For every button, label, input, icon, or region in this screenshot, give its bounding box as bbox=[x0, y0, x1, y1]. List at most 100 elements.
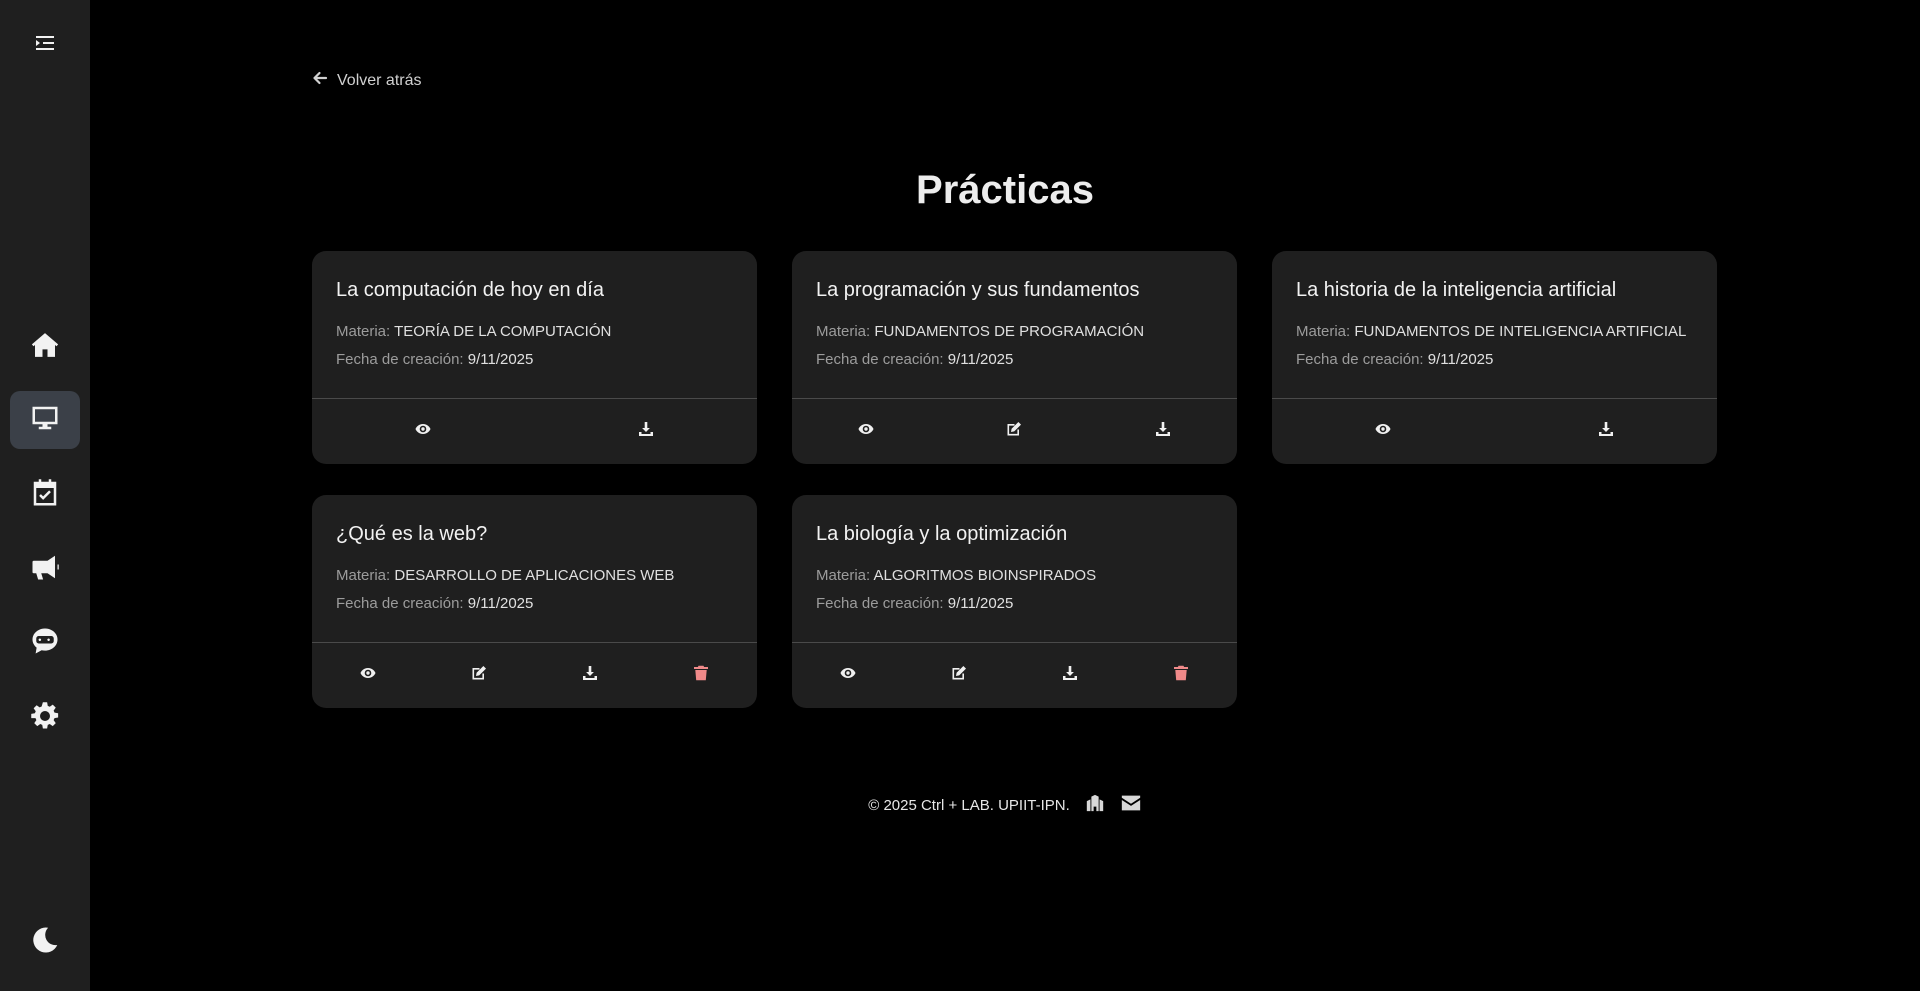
download-icon bbox=[1155, 421, 1171, 442]
download-icon bbox=[582, 665, 598, 686]
sidebar-item-announcements[interactable] bbox=[10, 540, 80, 598]
edit-icon bbox=[1006, 421, 1022, 442]
fecha-label: Fecha de creación: bbox=[336, 595, 464, 612]
calendar-check-icon bbox=[30, 478, 60, 513]
back-link-label: Volver atrás bbox=[337, 71, 422, 89]
sidebar-item-home[interactable] bbox=[10, 318, 80, 376]
fecha-value: 9/11/2025 bbox=[1427, 351, 1494, 368]
view-button[interactable] bbox=[351, 659, 385, 693]
materia-label: Materia: bbox=[816, 567, 871, 584]
card-fecha: Fecha de creación: 9/11/2025 bbox=[1296, 351, 1493, 368]
delete-button[interactable] bbox=[684, 659, 718, 693]
card-materia: Materia: DESARROLLO DE APLICACIONES WEB bbox=[336, 567, 674, 584]
card-title: La biología y la optimización bbox=[816, 523, 1068, 545]
card-actions bbox=[312, 399, 757, 464]
materia-label: Materia: bbox=[336, 567, 391, 584]
view-button[interactable] bbox=[406, 415, 440, 449]
download-icon bbox=[638, 421, 654, 442]
robot-chat-icon bbox=[30, 626, 60, 661]
edit-icon bbox=[471, 665, 487, 686]
fecha-label: Fecha de creación: bbox=[816, 595, 944, 612]
sidebar-item-calendar[interactable] bbox=[10, 466, 80, 524]
eye-icon bbox=[360, 665, 376, 686]
download-button[interactable] bbox=[1053, 659, 1087, 693]
materia-value: FUNDAMENTOS DE PROGRAMACIÓN bbox=[874, 323, 1145, 340]
materia-value: TEORÍA DE LA COMPUTACIÓN bbox=[394, 323, 612, 340]
practice-card: La programación y sus fundamentos Materia… bbox=[792, 251, 1237, 464]
sidebar bbox=[0, 0, 90, 991]
card-materia: Materia: FUNDAMENTOS DE PROGRAMACIÓN bbox=[816, 323, 1144, 340]
fecha-value: 9/11/2025 bbox=[467, 595, 534, 612]
footer: © 2025 Ctrl + LAB. UPIIT-IPN. bbox=[90, 793, 1920, 817]
view-button[interactable] bbox=[849, 415, 883, 449]
theme-toggle-button[interactable] bbox=[10, 913, 80, 971]
megaphone-icon bbox=[30, 552, 60, 587]
sidebar-toggle-button[interactable] bbox=[10, 16, 80, 74]
download-icon bbox=[1062, 665, 1078, 686]
practice-card: ¿Qué es la web? Materia: DESARROLLO DE AP… bbox=[312, 495, 757, 708]
edit-button[interactable] bbox=[462, 659, 496, 693]
download-button[interactable] bbox=[573, 659, 607, 693]
menu-collapse-icon bbox=[33, 31, 57, 60]
download-button[interactable] bbox=[629, 415, 663, 449]
eye-icon bbox=[415, 421, 431, 442]
materia-value: ALGORITMOS BIOINSPIRADOS bbox=[873, 567, 1097, 584]
home-icon bbox=[30, 330, 60, 365]
sidebar-item-settings[interactable] bbox=[10, 689, 80, 747]
card-actions bbox=[312, 643, 757, 708]
download-button[interactable] bbox=[1589, 415, 1623, 449]
download-icon bbox=[1598, 421, 1614, 442]
fecha-value: 9/11/2025 bbox=[947, 351, 1014, 368]
card-fecha: Fecha de creación: 9/11/2025 bbox=[816, 351, 1013, 368]
materia-value: FUNDAMENTOS DE INTELIGENCIA ARTIFICIAL bbox=[1354, 323, 1687, 340]
card-actions bbox=[792, 399, 1237, 464]
practice-card: La biología y la optimización Materia: AL… bbox=[792, 495, 1237, 708]
desktop-icon bbox=[30, 403, 60, 438]
main-content: Volver atrás Prácticas La computación de… bbox=[90, 0, 1920, 991]
eye-icon bbox=[858, 421, 874, 442]
gear-icon bbox=[30, 701, 60, 736]
practice-card: La computación de hoy en día Materia: TEO… bbox=[312, 251, 757, 464]
eye-icon bbox=[1375, 421, 1391, 442]
institution-icon[interactable] bbox=[1084, 793, 1106, 817]
card-materia: Materia: ALGORITMOS BIOINSPIRADOS bbox=[816, 567, 1096, 584]
card-title: La historia de la inteligencia artificia… bbox=[1296, 279, 1617, 301]
card-fecha: Fecha de creación: 9/11/2025 bbox=[336, 351, 533, 368]
trash-icon bbox=[693, 665, 709, 686]
card-fecha: Fecha de creación: 9/11/2025 bbox=[816, 595, 1013, 612]
footer-copyright: © 2025 Ctrl + LAB. UPIIT-IPN. bbox=[868, 796, 1070, 814]
fecha-label: Fecha de creación: bbox=[1296, 351, 1424, 368]
fecha-value: 9/11/2025 bbox=[947, 595, 1014, 612]
card-actions bbox=[1272, 399, 1717, 464]
page-title: Prácticas bbox=[916, 168, 1094, 212]
back-link[interactable]: Volver atrás bbox=[312, 70, 421, 91]
download-button[interactable] bbox=[1146, 415, 1180, 449]
sidebar-item-practicas[interactable] bbox=[10, 391, 80, 449]
arrow-left-icon bbox=[312, 70, 328, 91]
materia-label: Materia: bbox=[336, 323, 391, 340]
card-materia: Materia: FUNDAMENTOS DE INTELIGENCIA ART… bbox=[1296, 323, 1686, 340]
materia-label: Materia: bbox=[1296, 323, 1351, 340]
view-button[interactable] bbox=[1366, 415, 1400, 449]
card-materia: Materia: TEORÍA DE LA COMPUTACIÓN bbox=[336, 323, 611, 340]
trash-icon bbox=[1173, 665, 1189, 686]
edit-button[interactable] bbox=[942, 659, 976, 693]
edit-icon bbox=[951, 665, 967, 686]
card-title: ¿Qué es la web? bbox=[336, 523, 488, 545]
envelope-icon[interactable] bbox=[1120, 793, 1142, 817]
card-actions bbox=[792, 643, 1237, 708]
card-title: La programación y sus fundamentos bbox=[816, 279, 1140, 301]
card-title: La computación de hoy en día bbox=[336, 279, 604, 301]
fecha-label: Fecha de creación: bbox=[336, 351, 464, 368]
fecha-value: 9/11/2025 bbox=[467, 351, 534, 368]
sidebar-item-chatbot[interactable] bbox=[10, 614, 80, 672]
delete-button[interactable] bbox=[1164, 659, 1198, 693]
eye-icon bbox=[840, 665, 856, 686]
edit-button[interactable] bbox=[997, 415, 1031, 449]
practice-card: La historia de la inteligencia artificia… bbox=[1272, 251, 1717, 464]
fecha-label: Fecha de creación: bbox=[816, 351, 944, 368]
view-button[interactable] bbox=[831, 659, 865, 693]
materia-label: Materia: bbox=[816, 323, 871, 340]
materia-value: DESARROLLO DE APLICACIONES WEB bbox=[394, 567, 675, 584]
moon-icon bbox=[30, 925, 60, 960]
